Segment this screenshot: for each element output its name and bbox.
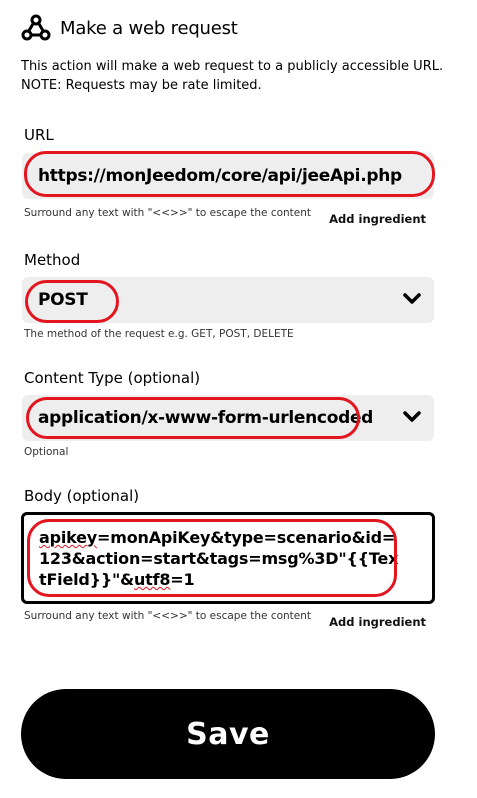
- content-type-hint: Optional: [24, 446, 69, 458]
- body-hint: Surround any text with "<<>>" to escape …: [24, 610, 312, 622]
- url-value[interactable]: https://monJeedom/core/api/jeeApi.php: [38, 166, 402, 186]
- method-value: POST: [38, 290, 88, 310]
- body-value-part: =1: [170, 570, 195, 589]
- content-type-value: application/x-www-form-urlencoded: [38, 408, 374, 428]
- body-textarea[interactable]: apikey=monApiKey&type=scenario&id=123&ac…: [21, 512, 435, 604]
- save-button[interactable]: Save: [21, 689, 435, 779]
- body-label: Body (optional): [24, 487, 140, 505]
- chevron-down-icon[interactable]: [402, 409, 422, 425]
- body-value[interactable]: apikey=monApiKey&type=scenario&id=123&ac…: [39, 527, 399, 590]
- method-select[interactable]: POST: [22, 277, 434, 323]
- content-type-label: Content Type (optional): [24, 369, 201, 387]
- chevron-down-icon[interactable]: [402, 291, 422, 307]
- method-hint: The method of the request e.g. GET, POST…: [24, 328, 294, 340]
- webhooks-icon: [21, 14, 51, 41]
- body-value-part: apikey: [39, 528, 98, 547]
- page-title: Make a web request: [60, 17, 238, 39]
- header: Make a web request: [20, 12, 238, 44]
- action-description: This action will make a web request to a…: [21, 59, 444, 93]
- content-type-select[interactable]: application/x-www-form-urlencoded: [22, 395, 434, 441]
- url-field[interactable]: https://monJeedom/core/api/jeeApi.php: [22, 153, 434, 199]
- url-hint: Surround any text with "<<>>" to escape …: [24, 207, 312, 219]
- body-value-part: utf8: [133, 570, 171, 589]
- body-add-ingredient-button[interactable]: Add ingredient: [329, 615, 426, 629]
- method-label: Method: [24, 251, 81, 269]
- url-add-ingredient-button[interactable]: Add ingredient: [329, 212, 426, 226]
- url-label: URL: [24, 126, 54, 144]
